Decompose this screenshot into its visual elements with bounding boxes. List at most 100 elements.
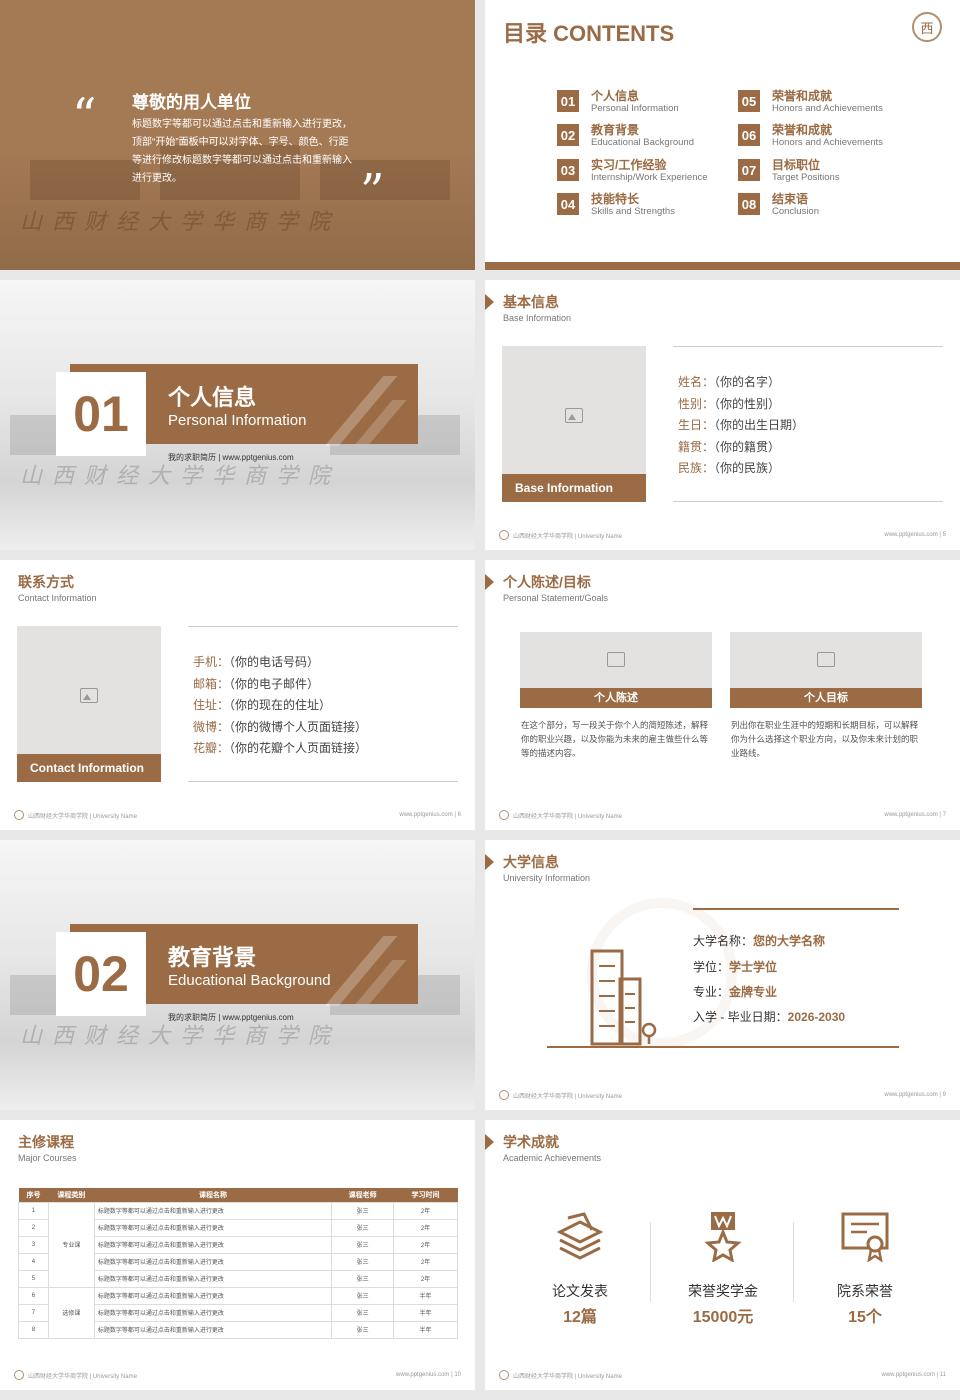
footer-site: www.pptgenius.com — [884, 532, 938, 538]
toc-en: Conclusion — [772, 206, 819, 217]
slide-footer: 山西财经大学华商学院 | University Name www.pptgeni… — [14, 1368, 461, 1382]
info-value: （你的电子邮件） — [229, 676, 320, 691]
section-title-zh: 教育背景 — [168, 945, 257, 970]
toc-zh: 实习/工作经验 — [591, 158, 667, 172]
toc-en: Internship/Work Experience — [591, 172, 708, 183]
divider — [793, 1222, 794, 1302]
toc-zh: 教育背景 — [591, 123, 640, 137]
toc-item[interactable]: 02 教育背景 Educational Background — [557, 124, 694, 148]
slide-base-info[interactable]: 基本信息 Base Information Base Information 姓… — [485, 280, 960, 550]
slide-greeting[interactable]: 山西财经大学华商学院 “ ” 尊敬的用人单位 标题数字等都可以通过点击和重新输入… — [0, 0, 475, 270]
cell-num: 8 — [18, 1320, 49, 1339]
cell-name: 标题数字等都可以通过点击和重新输入进行更改 — [93, 1235, 333, 1254]
cell-category: 选修课 — [47, 1286, 95, 1339]
info-list: 手机：（你的电话号码） 邮箱：（你的电子邮件） 住址：（你的现在的住址） 微博：… — [193, 652, 367, 760]
header-arrow-icon — [485, 574, 494, 590]
toc-item[interactable]: 01 个人信息 Personal Information — [557, 90, 679, 114]
uni-row: 专业：金牌专业 — [693, 983, 777, 1000]
info-value: （你的微博个人页面链接） — [229, 719, 368, 734]
cell-time: 2年 — [393, 1252, 458, 1271]
header-arrow-icon — [485, 1134, 494, 1150]
cell-name: 标题数字等都可以通过点击和重新输入进行更改 — [93, 1303, 333, 1322]
slide-header: 学术成就 Academic Achievements — [503, 1132, 601, 1163]
cell-teacher: 张三 — [331, 1303, 395, 1322]
card-label: 个人目标 — [730, 688, 922, 708]
divider — [547, 1046, 899, 1048]
info-row: 邮箱：（你的电子邮件） — [193, 674, 367, 696]
toc-en: Honors and Achievements — [772, 103, 883, 114]
greeting-body: 标题数字等都可以通过点击和重新输入进行更改，顶部“开始”面板中可以对字体、字号、… — [132, 119, 352, 184]
uni-key: 入学 - 毕业日期： — [693, 1010, 788, 1024]
cell-num: 4 — [18, 1252, 49, 1271]
slide-footer: 山西财经大学华商学院 | University Name www.pptgeni… — [499, 808, 946, 822]
toc-number: 03 — [557, 159, 579, 181]
info-row: 微博：（你的微博个人页面链接） — [193, 717, 367, 739]
slide-header: 联系方式 Contact Information — [18, 572, 97, 603]
toc-en: Educational Background — [591, 137, 694, 148]
table-header: 序号 — [18, 1188, 49, 1202]
section-site: 我的求职简历 | www.pptgenius.com — [168, 1013, 294, 1022]
toc-item[interactable]: 06 荣誉和成就 Honors and Achievements — [738, 124, 883, 148]
toc-item[interactable]: 03 实习/工作经验 Internship/Work Experience — [557, 159, 708, 183]
toc-item[interactable]: 07 目标职位 Target Positions — [738, 159, 840, 183]
statement-card[interactable]: 个人陈述 在这个部分，写一段关于你个人的简短陈述，解释你的职业兴趣，以及你能为未… — [520, 632, 712, 760]
footer-logo-icon — [499, 810, 509, 820]
slide-section-02[interactable]: 山西财经大学华商学院 02 教育背景 Educational Backgroun… — [0, 840, 475, 1110]
toc-zh: 结束语 — [772, 192, 809, 206]
info-value: （你的花瓣个人页面链接） — [229, 741, 368, 755]
footer-logo-icon — [14, 810, 24, 820]
cell-time: 2年 — [393, 1218, 458, 1237]
page-number: 10 — [454, 1372, 461, 1378]
slide-grid: 山西财经大学华商学院 “ ” 尊敬的用人单位 标题数字等都可以通过点击和重新输入… — [0, 0, 960, 1400]
footer-left: 山西财经大学华商学院 | University Name — [513, 533, 622, 540]
toc-item[interactable]: 04 技能特长 Skills and Strengths — [557, 193, 675, 217]
cell-teacher: 张三 — [331, 1201, 395, 1220]
info-row: 性别：（你的性别） — [678, 394, 804, 416]
cell-time: 半年 — [393, 1320, 458, 1339]
cell-num: 2 — [18, 1218, 49, 1237]
uni-row: 入学 - 毕业日期：2026-2030 — [693, 1008, 845, 1025]
goal-card[interactable]: 个人目标 列出你在职业生涯中的短期和长期目标，可以解释你为什么选择这个职业方向，… — [730, 632, 922, 760]
photo-placeholder — [730, 632, 922, 688]
slide-academic[interactable]: 学术成就 Academic Achievements 论文发表 12篇 荣誉奖学… — [485, 1120, 960, 1390]
divider — [673, 501, 943, 502]
toc-number: 08 — [738, 193, 760, 215]
slide-statement[interactable]: 个人陈述/目标 Personal Statement/Goals 个人陈述 在这… — [485, 560, 960, 830]
toc-number: 02 — [557, 124, 579, 146]
info-row: 民族：（你的民族） — [678, 458, 804, 480]
section-number: 02 — [56, 932, 146, 1016]
achievement-item: 院系荣誉 15个 — [810, 1210, 920, 1327]
toc-number: 04 — [557, 193, 579, 215]
cell-teacher: 张三 — [331, 1218, 395, 1237]
uni-key: 专业： — [693, 985, 730, 999]
slide-section-01[interactable]: 山西财经大学华商学院 01 个人信息 Personal Information … — [0, 280, 475, 550]
uni-value: 您的大学名称 — [753, 934, 826, 948]
achievement-item: 荣誉奖学金 15000元 — [668, 1210, 778, 1327]
table-header: 课程名称 — [94, 1188, 332, 1202]
image-icon — [565, 408, 583, 424]
slide-courses[interactable]: 主修课程 Major Courses 序号 课程类别 课程名称 课程老师 学习时… — [0, 1120, 475, 1390]
close-quote-icon: ” — [360, 164, 385, 220]
photo-placeholder[interactable]: Base Information — [502, 346, 646, 502]
toc-zh: 技能特长 — [591, 192, 640, 206]
toc-item[interactable]: 05 荣誉和成就 Honors and Achievements — [738, 90, 883, 114]
footer-logo-icon — [499, 1090, 509, 1100]
slide-university[interactable]: 大学信息 University Information 大学名称：您的大学名称 — [485, 840, 960, 1110]
cell-name: 标题数字等都可以通过点击和重新输入进行更改 — [93, 1218, 333, 1237]
toc-item[interactable]: 08 结束语 Conclusion — [738, 193, 819, 217]
achievement-value: 12篇 — [563, 1309, 597, 1326]
photo-placeholder[interactable]: Contact Information — [17, 626, 161, 782]
photo-caption: Contact Information — [17, 754, 161, 782]
page-number: 5 — [942, 532, 946, 538]
card-text: 列出你在职业生涯中的短期和长期目标，可以解释你为什么选择这个职业方向，以及你未来… — [731, 720, 919, 758]
header-zh: 学术成就 — [503, 1134, 559, 1150]
footer-site: www.pptgenius.com — [884, 812, 938, 818]
info-key: 姓名： — [678, 375, 715, 389]
cell-name: 标题数字等都可以通过点击和重新输入进行更改 — [93, 1201, 333, 1220]
cell-time: 半年 — [393, 1303, 458, 1322]
cell-time: 2年 — [393, 1235, 458, 1254]
slide-contact[interactable]: 联系方式 Contact Information Contact Informa… — [0, 560, 475, 830]
uni-value: 学士学位 — [729, 960, 778, 974]
slide-contents[interactable]: 目录 CONTENTS 西 01 个人信息 Personal Informatio… — [485, 0, 960, 270]
image-icon — [817, 652, 835, 667]
